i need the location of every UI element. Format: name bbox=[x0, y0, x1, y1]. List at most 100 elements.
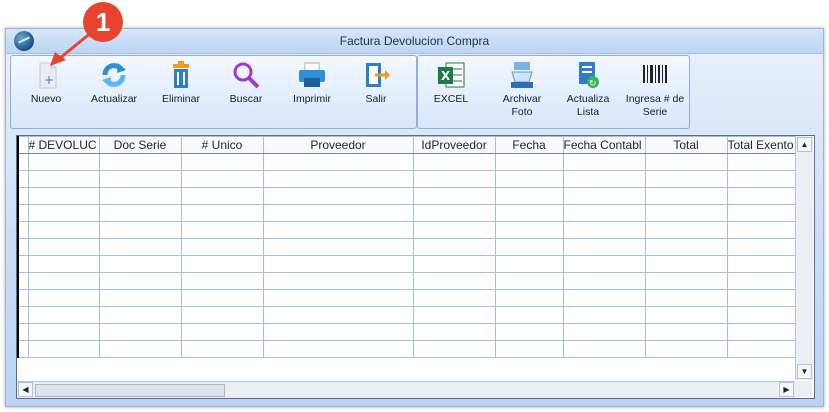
row-header[interactable] bbox=[17, 323, 29, 341]
grid-cell[interactable] bbox=[494, 170, 564, 188]
grid-cell[interactable] bbox=[644, 289, 728, 307]
grid-cell[interactable] bbox=[562, 272, 646, 290]
grid-cell[interactable] bbox=[262, 238, 414, 256]
grid-cell[interactable] bbox=[180, 238, 264, 256]
grid-cell[interactable] bbox=[98, 221, 182, 239]
grid-cell[interactable] bbox=[412, 306, 496, 324]
grid-cell[interactable] bbox=[412, 221, 496, 239]
table-row[interactable] bbox=[17, 170, 796, 188]
grid-cell[interactable] bbox=[726, 272, 796, 290]
grid-cell[interactable] bbox=[494, 238, 564, 256]
row-header[interactable] bbox=[17, 255, 29, 273]
grid-cell[interactable] bbox=[98, 255, 182, 273]
grid-cell[interactable] bbox=[27, 340, 100, 358]
grid-cell[interactable] bbox=[494, 272, 564, 290]
grid-cell[interactable] bbox=[644, 340, 728, 358]
grid-cell[interactable] bbox=[644, 323, 728, 341]
grid-cell[interactable] bbox=[27, 272, 100, 290]
grid-cell[interactable] bbox=[562, 289, 646, 307]
scroll-down-icon[interactable]: ▼ bbox=[797, 364, 812, 379]
grid-cell[interactable] bbox=[98, 340, 182, 358]
grid-cell[interactable] bbox=[180, 187, 264, 205]
grid-cell[interactable] bbox=[412, 255, 496, 273]
eliminar-button[interactable]: Eliminar bbox=[157, 60, 205, 106]
grid-cell[interactable] bbox=[262, 170, 414, 188]
grid-cell[interactable] bbox=[262, 306, 414, 324]
row-header[interactable] bbox=[17, 221, 29, 239]
table-row[interactable] bbox=[17, 323, 796, 341]
row-header[interactable] bbox=[17, 289, 29, 307]
grid-cell[interactable] bbox=[562, 187, 646, 205]
grid-cell[interactable] bbox=[27, 255, 100, 273]
grid-cell[interactable] bbox=[494, 153, 564, 171]
grid-cell[interactable] bbox=[412, 153, 496, 171]
column-header[interactable]: Doc Serie bbox=[98, 136, 182, 154]
grid-cell[interactable] bbox=[494, 323, 564, 341]
grid-cell[interactable] bbox=[494, 187, 564, 205]
grid-cell[interactable] bbox=[562, 238, 646, 256]
column-header[interactable]: Proveedor bbox=[262, 136, 414, 154]
column-header[interactable]: # Unico bbox=[180, 136, 264, 154]
row-header[interactable] bbox=[17, 238, 29, 256]
grid-cell[interactable] bbox=[726, 170, 796, 188]
column-header[interactable]: # DEVOLUC bbox=[27, 136, 100, 154]
grid-cell[interactable] bbox=[98, 187, 182, 205]
grid-cell[interactable] bbox=[644, 272, 728, 290]
column-header[interactable]: IdProveedor bbox=[412, 136, 496, 154]
grid-cell[interactable] bbox=[562, 255, 646, 273]
excel-button[interactable]: X EXCEL bbox=[426, 60, 476, 106]
grid-cell[interactable] bbox=[726, 221, 796, 239]
grid-cell[interactable] bbox=[262, 153, 414, 171]
grid-cell[interactable] bbox=[180, 170, 264, 188]
horizontal-scrollbar[interactable]: ◀ ▶ bbox=[17, 381, 795, 398]
column-header[interactable]: Fecha Contabl bbox=[562, 136, 646, 154]
grid-cell[interactable] bbox=[726, 289, 796, 307]
grid-cell[interactable] bbox=[412, 289, 496, 307]
grid-cell[interactable] bbox=[98, 272, 182, 290]
table-row[interactable] bbox=[17, 204, 796, 222]
table-row[interactable] bbox=[17, 306, 796, 324]
grid-cell[interactable] bbox=[726, 255, 796, 273]
grid-cell[interactable] bbox=[726, 306, 796, 324]
row-header[interactable] bbox=[17, 204, 29, 222]
grid-cell[interactable] bbox=[98, 170, 182, 188]
grid-cell[interactable] bbox=[494, 289, 564, 307]
grid-cell[interactable] bbox=[262, 204, 414, 222]
grid-cell[interactable] bbox=[27, 306, 100, 324]
grid-cell[interactable] bbox=[562, 306, 646, 324]
grid-cell[interactable] bbox=[412, 340, 496, 358]
grid-cell[interactable] bbox=[494, 255, 564, 273]
imprimir-button[interactable]: Imprimir bbox=[287, 60, 337, 106]
grid-cell[interactable] bbox=[27, 153, 100, 171]
row-header[interactable] bbox=[17, 153, 29, 171]
column-header[interactable]: Fecha bbox=[494, 136, 564, 154]
grid-cell[interactable] bbox=[180, 204, 264, 222]
grid-cell[interactable] bbox=[98, 238, 182, 256]
grid-cell[interactable] bbox=[726, 204, 796, 222]
grid-cell[interactable] bbox=[180, 255, 264, 273]
grid-cell[interactable] bbox=[180, 221, 264, 239]
grid-cell[interactable] bbox=[726, 323, 796, 341]
horizontal-scroll-thumb[interactable] bbox=[35, 384, 225, 397]
grid-cell[interactable] bbox=[180, 153, 264, 171]
grid-cell[interactable] bbox=[412, 187, 496, 205]
grid-cell[interactable] bbox=[262, 255, 414, 273]
grid-cell[interactable] bbox=[644, 255, 728, 273]
scroll-right-icon[interactable]: ▶ bbox=[779, 382, 794, 397]
grid-cell[interactable] bbox=[494, 306, 564, 324]
grid-cell[interactable] bbox=[412, 204, 496, 222]
grid-cell[interactable] bbox=[562, 323, 646, 341]
row-header[interactable] bbox=[17, 306, 29, 324]
actualizar-button[interactable]: Actualizar bbox=[83, 60, 145, 106]
grid-cell[interactable] bbox=[412, 238, 496, 256]
table-row[interactable] bbox=[17, 187, 796, 205]
grid-cell[interactable] bbox=[644, 187, 728, 205]
grid-cell[interactable] bbox=[180, 306, 264, 324]
grid-cell[interactable] bbox=[262, 323, 414, 341]
column-header[interactable]: Total bbox=[644, 136, 728, 154]
grid-cell[interactable] bbox=[726, 340, 796, 358]
grid-cell[interactable] bbox=[27, 323, 100, 341]
row-header[interactable] bbox=[17, 170, 29, 188]
grid-cell[interactable] bbox=[180, 272, 264, 290]
grid-cell[interactable] bbox=[27, 204, 100, 222]
